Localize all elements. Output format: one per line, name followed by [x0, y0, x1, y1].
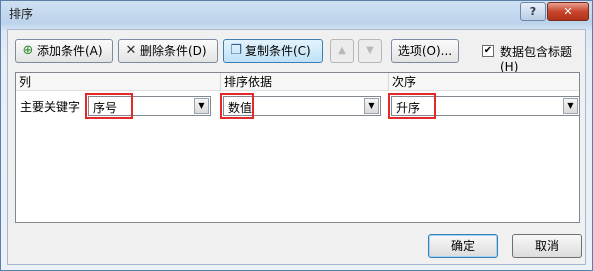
sort-on-highlight-box	[220, 93, 254, 119]
copy-condition-label: 复制条件(C)	[245, 44, 311, 58]
has-headers-checkbox[interactable]: ✔	[482, 45, 494, 57]
add-condition-label: 添加条件(A)	[37, 44, 103, 58]
delete-condition-button[interactable]: ✕ 删除条件(D)	[118, 39, 218, 63]
ok-button[interactable]: 确定	[428, 234, 498, 258]
delete-icon: ✕	[125, 43, 137, 58]
add-condition-button[interactable]: ⊕ 添加条件(A)	[15, 39, 113, 63]
move-down-button[interactable]: ▼	[358, 39, 382, 63]
copy-condition-button[interactable]: ❐ 复制条件(C)	[223, 39, 323, 63]
help-button[interactable]: ?	[520, 2, 546, 21]
dialog-title: 排序	[9, 7, 34, 21]
has-headers-label: 数据包含标题(H)	[500, 45, 573, 74]
add-level-icon: ⊕	[22, 43, 34, 58]
sort-levels-grid: 列 排序依据 次序 主要关键字 序号 ▼ 数值 ▼ 升序 ▼	[15, 72, 580, 223]
dialog-content: ⊕ 添加条件(A) ✕ 删除条件(D) ❐ 复制条件(C) ▲ ▼ 选项(O).…	[7, 29, 586, 265]
cancel-button[interactable]: 取消	[512, 234, 582, 258]
options-label: 选项(O)...	[397, 44, 453, 58]
column-header: 列	[16, 73, 221, 91]
sort-dialog: 排序 ? ✕ ⊕ 添加条件(A) ✕ 删除条件(D) ❐ 复制条件(C) ▲ ▼…	[0, 0, 593, 271]
chevron-down-icon[interactable]: ▼	[364, 98, 379, 114]
chevron-down-icon[interactable]: ▼	[194, 98, 209, 114]
sort-on-header: 排序依据	[221, 73, 389, 91]
chevron-down-icon[interactable]: ▼	[563, 98, 578, 114]
copy-icon: ❐	[230, 43, 242, 58]
close-button[interactable]: ✕	[547, 2, 589, 21]
options-button[interactable]: 选项(O)...	[391, 39, 459, 63]
order-highlight-box	[388, 93, 436, 119]
move-up-button[interactable]: ▲	[330, 39, 354, 63]
delete-condition-label: 删除条件(D)	[140, 44, 207, 58]
column-highlight-box	[85, 93, 133, 119]
primary-key-label: 主要关键字	[20, 100, 81, 114]
order-header: 次序	[389, 73, 579, 91]
title-bar[interactable]: 排序 ? ✕	[1, 1, 592, 27]
